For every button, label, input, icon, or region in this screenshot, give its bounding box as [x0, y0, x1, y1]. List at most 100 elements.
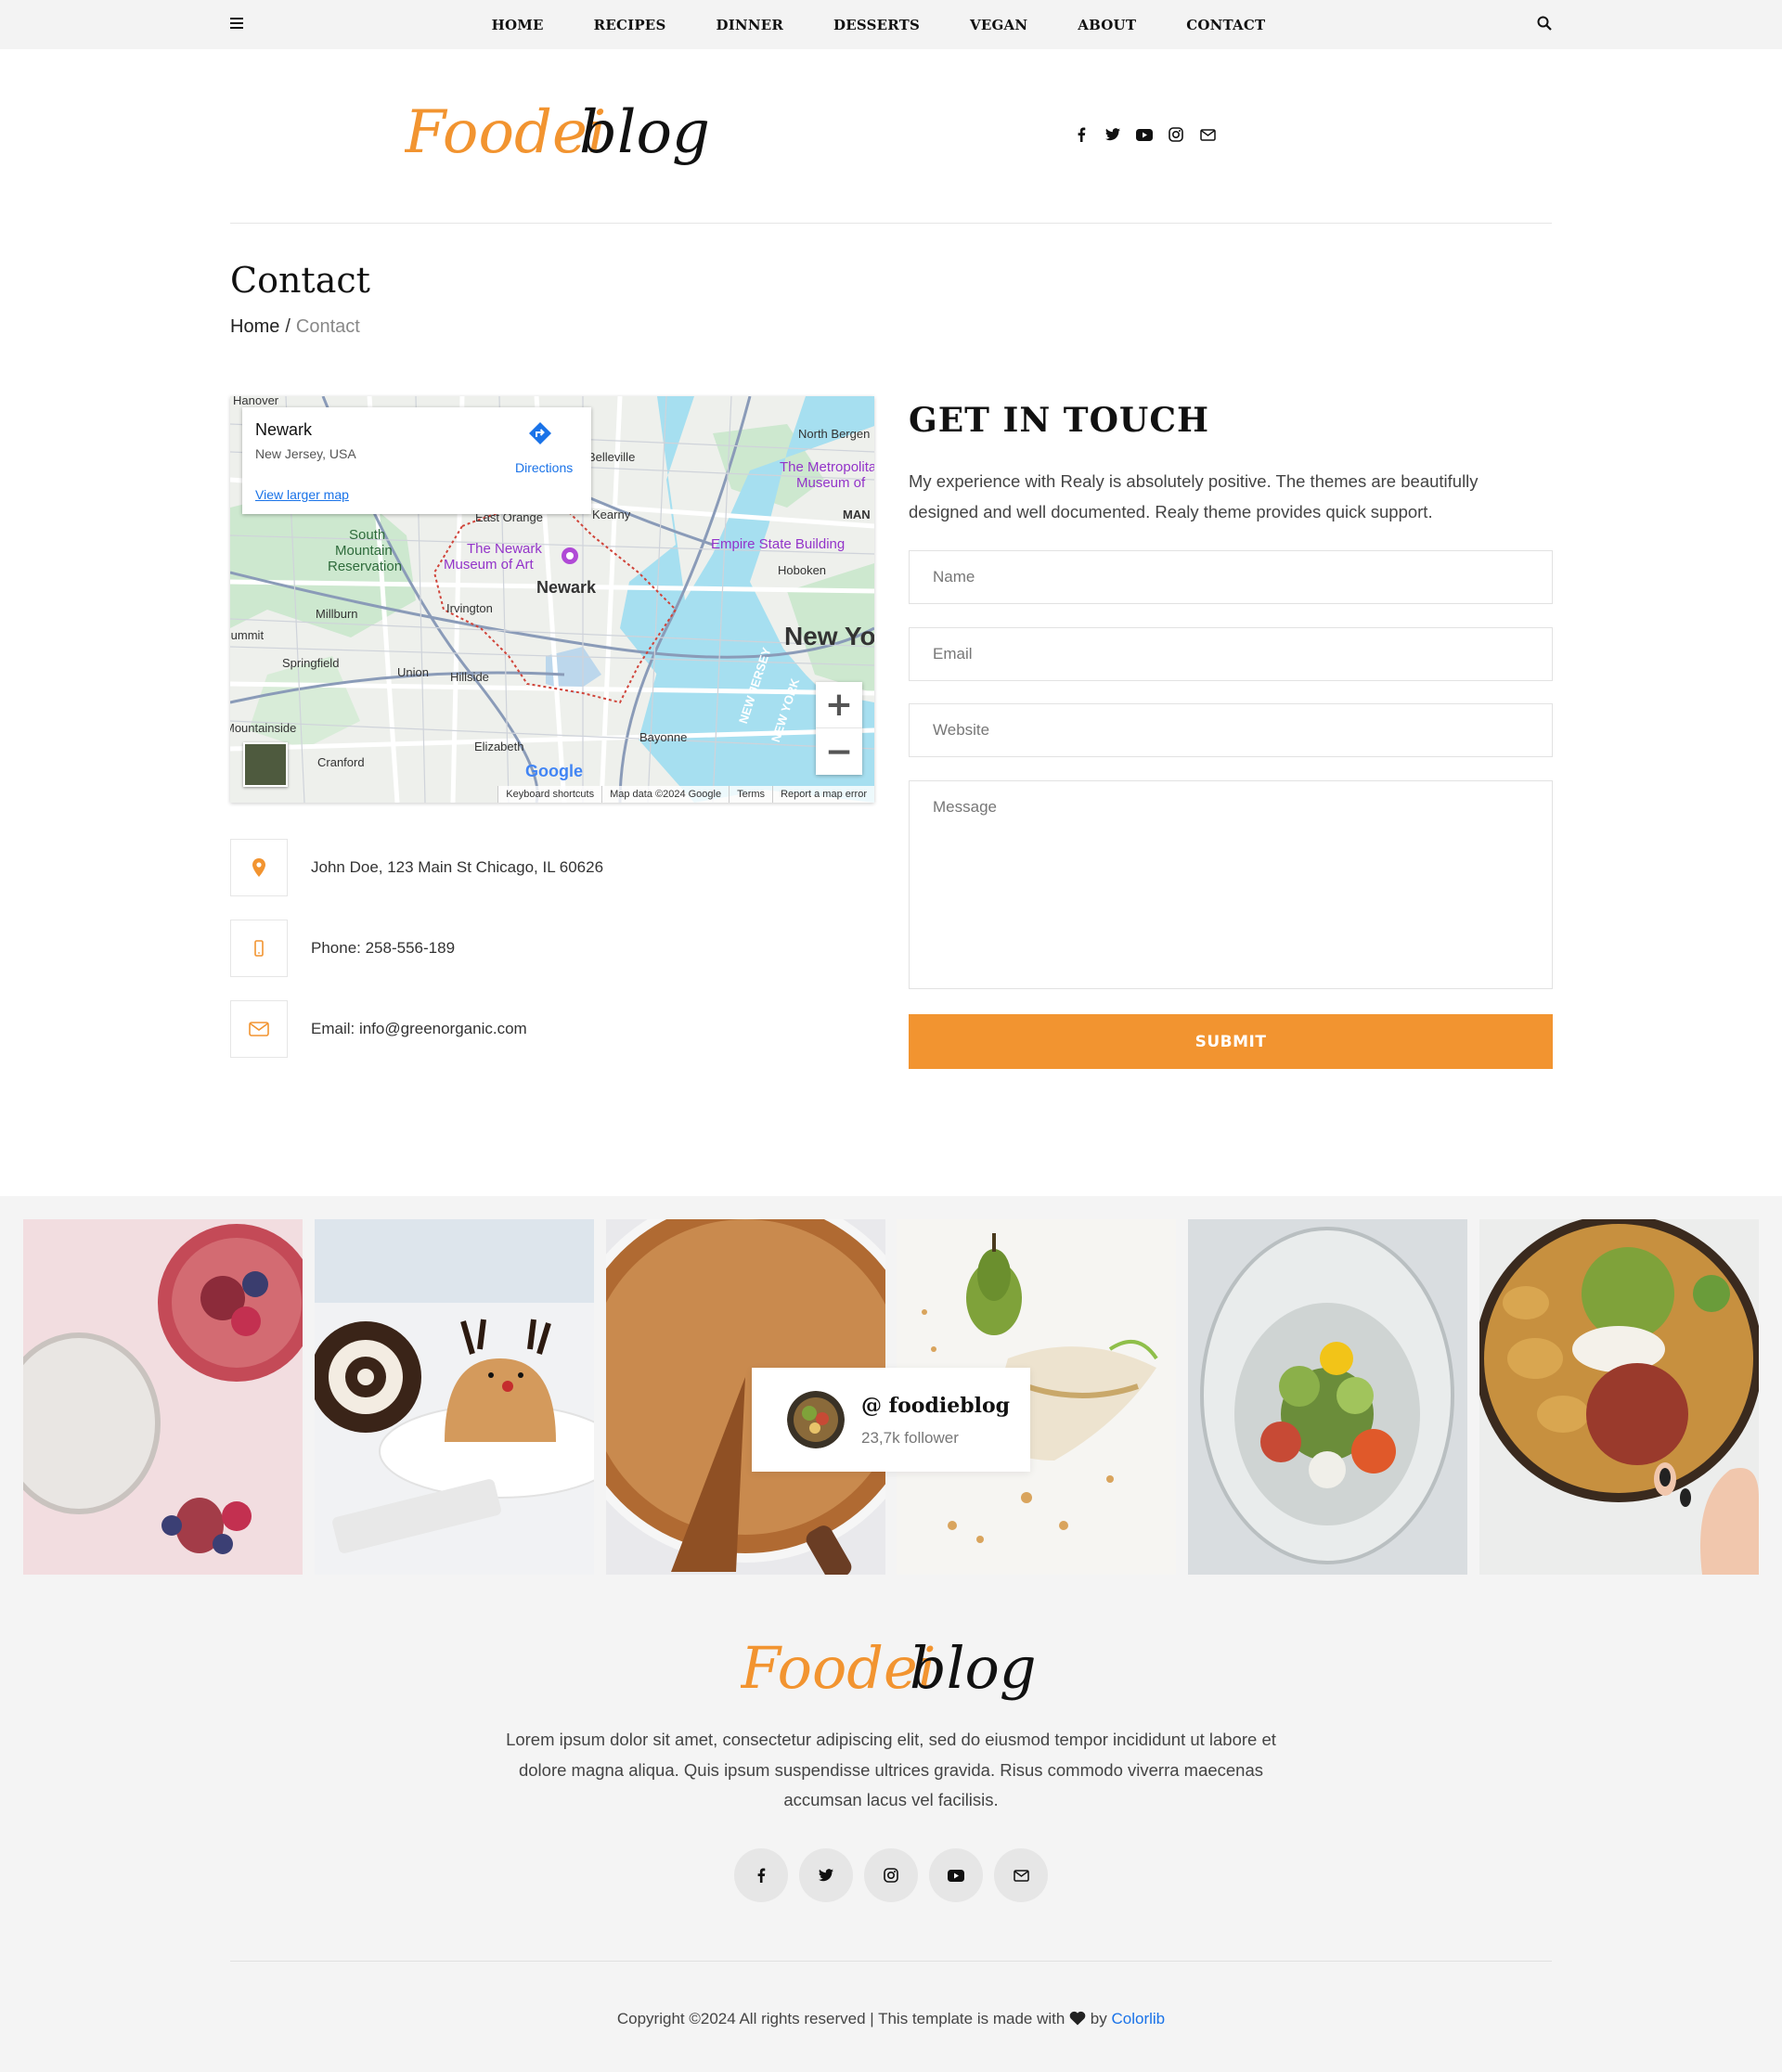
keyboard-shortcuts-link[interactable]: Keyboard shortcuts: [497, 786, 602, 803]
mobile-phone-icon: [230, 920, 288, 977]
search-icon[interactable]: [1537, 16, 1552, 31]
top-navbar: HOME RECIPES DINNER DESSERTS VEGAN ABOUT…: [0, 0, 1782, 49]
satellite-toggle[interactable]: [243, 742, 288, 787]
website-field[interactable]: [909, 703, 1553, 757]
nav-desserts[interactable]: DESSERTS: [833, 17, 920, 33]
twitter-icon[interactable]: [1104, 125, 1122, 144]
map-label: Museum of: [796, 475, 866, 491]
nav-dinner[interactable]: DINNER: [716, 17, 783, 33]
address-row: John Doe, 123 Main St Chicago, IL 60626: [230, 839, 603, 896]
envelope-icon: [230, 1000, 288, 1058]
colorlib-link[interactable]: Colorlib: [1112, 2010, 1166, 2027]
nav-home[interactable]: HOME: [492, 17, 544, 33]
copyright-by: by: [1090, 2010, 1107, 2027]
map-label: Empire State Building: [711, 536, 846, 552]
instagram-profile-card[interactable]: @ foodieblog 23,7k follower: [752, 1368, 1030, 1472]
youtube-icon[interactable]: [929, 1848, 983, 1902]
address-text: John Doe, 123 Main St Chicago, IL 60626: [311, 858, 604, 876]
facebook-icon[interactable]: [734, 1848, 788, 1902]
header-divider: [230, 223, 1552, 224]
map-label: The Newark: [467, 541, 542, 557]
map-label: Museum of Art: [444, 557, 534, 573]
map-label: Mountain: [335, 543, 393, 559]
envelope-icon[interactable]: [994, 1848, 1048, 1902]
logo-part-foodei: Foodei: [741, 1634, 936, 1702]
map-pin-icon: [230, 839, 288, 896]
nav-recipes[interactable]: RECIPES: [594, 17, 666, 33]
map-label: Summit: [230, 628, 265, 642]
instagram-photo[interactable]: [23, 1219, 303, 1575]
map-label: South: [349, 527, 386, 543]
directions-icon[interactable]: [527, 420, 553, 446]
instagram-photo[interactable]: [1479, 1219, 1759, 1575]
map-label: Springfield: [282, 656, 340, 670]
instagram-icon[interactable]: [1167, 125, 1185, 144]
map-label: Irvington: [446, 601, 493, 615]
email-field[interactable]: [909, 627, 1553, 681]
youtube-icon[interactable]: [1135, 125, 1154, 144]
facebook-icon[interactable]: [1072, 125, 1091, 144]
submit-button[interactable]: SUBMIT: [909, 1014, 1553, 1069]
instagram-photo[interactable]: [1188, 1219, 1467, 1575]
map-label: Reservation: [328, 559, 403, 574]
footer: @ foodieblog 23,7k follower Foodei blog …: [0, 1196, 1782, 2072]
logo-part-blog: blog: [579, 98, 710, 167]
header-social-links: [1072, 125, 1217, 144]
heart-icon: [1069, 2011, 1086, 2026]
map-label: Belleville: [588, 450, 636, 464]
map-label: The Metropolitan: [780, 459, 874, 475]
copyright: Copyright ©2024 All rights reserved | Th…: [0, 2010, 1782, 2028]
map-label: Elizabeth: [474, 740, 524, 753]
terms-link[interactable]: Terms: [729, 786, 773, 803]
breadcrumb: Home / Contact: [230, 316, 360, 338]
phone-text: Phone: 258-556-189: [311, 939, 456, 957]
map-data-attribution: Map data ©2024 Google: [601, 786, 730, 803]
email-text: Email: info@greenorganic.com: [311, 1020, 527, 1037]
map-place-card: Newark New Jersey, USA View larger map D…: [242, 407, 591, 514]
breadcrumb-current: Contact: [295, 316, 360, 337]
site-logo[interactable]: Foodei blog: [405, 93, 720, 186]
email-row: Email: info@greenorganic.com: [230, 1000, 527, 1058]
report-map-error-link[interactable]: Report a map error: [772, 786, 874, 803]
twitter-icon[interactable]: [799, 1848, 853, 1902]
map-label: Kearny: [592, 508, 631, 521]
footer-description: Lorem ipsum dolor sit amet, consectetur …: [506, 1730, 1276, 1809]
message-field[interactable]: [909, 780, 1553, 989]
zoom-out-button[interactable]: −: [816, 728, 862, 775]
map-label: North Bergen: [798, 427, 871, 441]
instagram-handle: @ foodieblog: [861, 1394, 1011, 1418]
google-logo: Google: [525, 762, 583, 780]
breadcrumb-separator: /: [285, 316, 291, 337]
main-nav: HOME RECIPES DINNER DESSERTS VEGAN ABOUT…: [0, 0, 1782, 49]
instagram-icon[interactable]: [864, 1848, 918, 1902]
map-place-region: New Jersey, USA: [255, 446, 356, 461]
google-map[interactable]: Hanover North Bergen Belleville The Metr…: [230, 396, 874, 803]
map-label: New Yo: [784, 622, 874, 650]
name-field[interactable]: [909, 550, 1553, 604]
map-label: Union: [397, 665, 429, 679]
map-label: Mountainside: [230, 721, 297, 735]
map-place-name: Newark: [255, 420, 313, 439]
instagram-photo[interactable]: [315, 1219, 594, 1575]
map-label: Cranford: [317, 755, 365, 769]
directions-link[interactable]: Directions: [515, 460, 573, 475]
logo-part-blog: blog: [910, 1634, 1037, 1702]
map-footer: Keyboard shortcuts Map data ©2024 Google…: [230, 786, 874, 803]
page-title: Contact: [230, 260, 370, 301]
nav-vegan[interactable]: VEGAN: [970, 17, 1027, 33]
map-label: Newark: [536, 578, 597, 597]
footer-social-links: [0, 1848, 1782, 1902]
view-larger-map-link[interactable]: View larger map: [255, 487, 349, 502]
breadcrumb-home[interactable]: Home: [230, 316, 279, 337]
nav-about[interactable]: ABOUT: [1078, 17, 1136, 33]
get-in-touch-heading: GET IN TOUCH: [909, 401, 1209, 440]
map-label: Hillside: [450, 670, 489, 684]
envelope-icon[interactable]: [1198, 125, 1217, 144]
instagram-gallery: @ foodieblog 23,7k follower: [0, 1219, 1782, 1575]
instagram-followers: 23,7k follower: [861, 1429, 959, 1447]
nav-contact[interactable]: CONTACT: [1186, 17, 1265, 33]
zoom-in-button[interactable]: +: [816, 682, 862, 728]
footer-divider: [230, 1961, 1552, 1962]
footer-logo[interactable]: Foodei blog: [741, 1623, 1047, 1716]
phone-row: Phone: 258-556-189: [230, 920, 455, 977]
